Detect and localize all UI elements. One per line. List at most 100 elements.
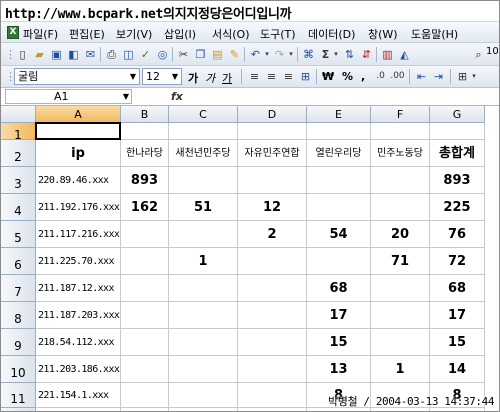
- chart-wizard-icon[interactable]: ▥: [380, 47, 395, 62]
- spelling-icon[interactable]: ✓: [138, 47, 153, 62]
- cell-vote-count[interactable]: [121, 275, 169, 302]
- research-icon[interactable]: ◎: [155, 47, 170, 62]
- column-header-a[interactable]: A: [36, 106, 121, 123]
- cell-ip[interactable]: 218.54.112.xxx: [36, 329, 121, 356]
- autosum-dropdown-icon[interactable]: ▾: [332, 47, 340, 62]
- sort-descending-icon[interactable]: ⇵: [359, 47, 374, 62]
- undo-dropdown-icon[interactable]: ▾: [263, 47, 271, 62]
- cell-vote-count[interactable]: [307, 194, 371, 221]
- cell-vote-count[interactable]: 17: [307, 302, 371, 329]
- cell-vote-count[interactable]: [371, 167, 430, 194]
- cell-F1[interactable]: [371, 123, 430, 140]
- borders-dropdown-icon[interactable]: ▾: [470, 69, 478, 84]
- cell-C1[interactable]: [169, 123, 238, 140]
- cell-vote-count[interactable]: [307, 248, 371, 275]
- percent-style-button[interactable]: %: [342, 70, 353, 83]
- email-icon[interactable]: ✉: [83, 47, 98, 62]
- row-header-11[interactable]: 11: [1, 383, 36, 408]
- cell-vote-count[interactable]: [169, 329, 238, 356]
- zoom-level[interactable]: 100: [486, 46, 499, 57]
- cut-icon[interactable]: ✂: [176, 47, 191, 62]
- cell-ip[interactable]: 211.203.186.xxx: [36, 356, 121, 383]
- merge-center-icon[interactable]: ⊞: [298, 69, 313, 84]
- row-header-8[interactable]: 8: [1, 302, 36, 329]
- column-header-g[interactable]: G: [430, 106, 485, 123]
- cell-E1[interactable]: [307, 123, 371, 140]
- menu-window[interactable]: 창(W): [368, 26, 398, 42]
- open-folder-icon[interactable]: ▰: [32, 47, 47, 62]
- cell-total[interactable]: 17: [430, 302, 485, 329]
- currency-style-button[interactable]: ₩: [322, 70, 334, 83]
- cell-vote-count[interactable]: [121, 329, 169, 356]
- row-header-1[interactable]: 1: [1, 123, 36, 142]
- cell-vote-count[interactable]: [169, 356, 238, 383]
- header-party[interactable]: 자유민주연합: [238, 140, 307, 167]
- cell-vote-count[interactable]: [121, 221, 169, 248]
- align-left-icon[interactable]: ≡: [247, 69, 262, 84]
- underline-button[interactable]: 가: [222, 70, 232, 86]
- cell-total[interactable]: 225: [430, 194, 485, 221]
- cell-vote-count[interactable]: 162: [121, 194, 169, 221]
- cell-vote-count[interactable]: 20: [371, 221, 430, 248]
- cell-vote-count[interactable]: [169, 302, 238, 329]
- increase-decimal-icon[interactable]: .0: [373, 69, 388, 84]
- hyperlink-icon[interactable]: ⌘: [301, 47, 316, 62]
- cell-D12[interactable]: [238, 408, 307, 411]
- cell-vote-count[interactable]: 12: [238, 194, 307, 221]
- cell-total[interactable]: 76: [430, 221, 485, 248]
- row-header-6[interactable]: 6: [1, 248, 36, 275]
- cell-total[interactable]: 68: [430, 275, 485, 302]
- cell-vote-count[interactable]: [121, 248, 169, 275]
- cell-vote-count[interactable]: [371, 329, 430, 356]
- cell-ip[interactable]: 220.89.46.xxx: [36, 167, 121, 194]
- cell-vote-count[interactable]: 15: [307, 329, 371, 356]
- menu-data[interactable]: 데이터(D): [308, 26, 355, 42]
- align-right-icon[interactable]: ≡: [281, 69, 296, 84]
- save-icon[interactable]: ▣: [49, 47, 64, 62]
- cell-ip[interactable]: 211.117.216.xxx: [36, 221, 121, 248]
- drawing-icon[interactable]: ◭: [397, 47, 412, 62]
- header-party[interactable]: 새천년민주당: [169, 140, 238, 167]
- cell-vote-count[interactable]: 68: [307, 275, 371, 302]
- cell-vote-count[interactable]: [121, 302, 169, 329]
- row-header-12[interactable]: 12: [1, 408, 36, 411]
- bold-button[interactable]: 가: [188, 70, 198, 86]
- cell-G1[interactable]: [430, 123, 485, 140]
- print-preview-icon[interactable]: ◫: [121, 47, 136, 62]
- chevron-down-icon[interactable]: ▼: [127, 69, 139, 84]
- comma-style-button[interactable]: ,: [361, 70, 365, 83]
- cell-vote-count[interactable]: [169, 275, 238, 302]
- new-document-icon[interactable]: ▯: [15, 47, 30, 62]
- menu-format[interactable]: 서식(O): [212, 26, 249, 42]
- row-header-10[interactable]: 10: [1, 356, 36, 383]
- cell-vote-count[interactable]: [238, 302, 307, 329]
- name-box[interactable]: A1 ▼: [5, 89, 132, 104]
- column-header-d[interactable]: D: [238, 106, 307, 123]
- cell-ip[interactable]: 211.187.203.xxx: [36, 302, 121, 329]
- cell-vote-count[interactable]: 51: [169, 194, 238, 221]
- cell-vote-count[interactable]: [238, 248, 307, 275]
- cell-B12[interactable]: [121, 408, 169, 411]
- increase-indent-icon[interactable]: ⇥: [431, 69, 446, 84]
- cell-ip[interactable]: 211.225.70.xxx: [36, 248, 121, 275]
- cell-vote-count[interactable]: [238, 275, 307, 302]
- menu-file[interactable]: 파일(F): [23, 26, 58, 42]
- header-ip[interactable]: ip: [36, 140, 121, 167]
- active-cell-a1[interactable]: [35, 122, 121, 140]
- cell-vote-count[interactable]: 1: [169, 248, 238, 275]
- menu-insert[interactable]: 삽입(I): [164, 26, 196, 42]
- italic-button[interactable]: 가: [205, 70, 215, 86]
- header-party[interactable]: 민주노동당: [371, 140, 430, 167]
- cell-vote-count[interactable]: 893: [121, 167, 169, 194]
- cell-total[interactable]: 15: [430, 329, 485, 356]
- excel-document-icon[interactable]: X: [7, 26, 19, 39]
- menu-help[interactable]: 도움말(H): [411, 26, 458, 42]
- row-header-2[interactable]: 2: [1, 140, 36, 167]
- font-name-select[interactable]: 굴림 ▼: [14, 68, 140, 85]
- cell-ip[interactable]: 211.187.12.xxx: [36, 275, 121, 302]
- cell-vote-count[interactable]: 2: [238, 221, 307, 248]
- sort-ascending-icon[interactable]: ⇅: [342, 47, 357, 62]
- cell-ip[interactable]: 211.192.176.xxx: [36, 194, 121, 221]
- cell-ip[interactable]: 221.154.1.xxx: [36, 383, 121, 408]
- column-header-e[interactable]: E: [307, 106, 371, 123]
